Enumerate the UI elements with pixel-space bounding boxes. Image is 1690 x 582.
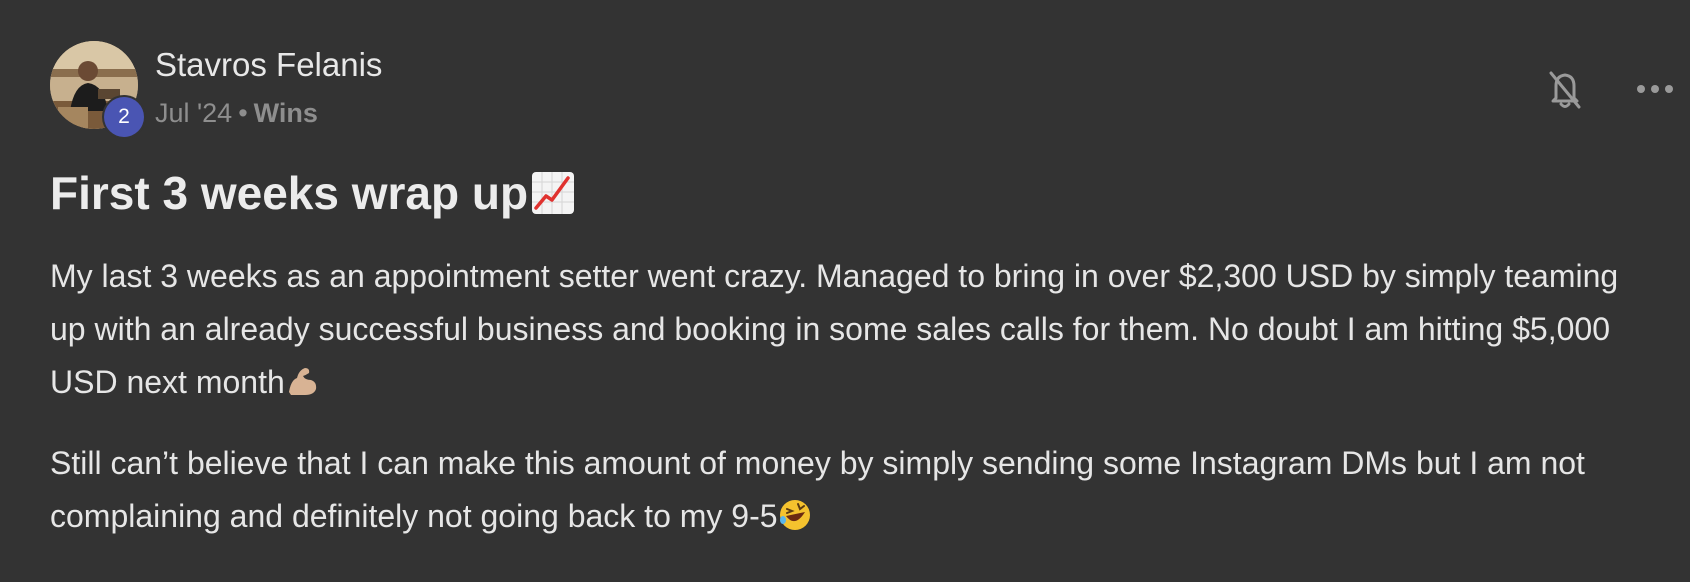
author-name[interactable]: Stavros Felanis — [155, 46, 382, 84]
chart-increasing-icon — [530, 170, 576, 216]
rolling-on-floor-laughing-icon — [778, 495, 812, 530]
more-options-button[interactable] — [1630, 64, 1680, 114]
post-meta: Jul '24 • Wins — [155, 98, 318, 129]
post-date: Jul '24 — [155, 98, 233, 128]
post-header: 2 Stavros Felanis Jul '24 • Wins — [50, 41, 1640, 137]
paragraph-text: Still can’t believe that I can make this… — [50, 445, 1585, 534]
post-paragraph: My last 3 weeks as an appointment setter… — [50, 250, 1650, 409]
bell-off-icon — [1549, 71, 1581, 109]
post-title-text: First 3 weeks wrap up — [50, 167, 529, 219]
notification-toggle-button[interactable] — [1540, 64, 1590, 114]
post-category[interactable]: Wins — [254, 98, 318, 128]
post-title: First 3 weeks wrap up — [50, 166, 576, 220]
post-paragraph: Still can’t believe that I can make this… — [50, 437, 1650, 543]
flexed-biceps-icon — [285, 361, 319, 395]
post-card: 2 Stavros Felanis Jul '24 • Wins First 3 w… — [0, 0, 1690, 582]
level-badge: 2 — [104, 97, 144, 137]
author-avatar[interactable]: 2 — [50, 41, 144, 137]
more-horizontal-icon — [1637, 85, 1673, 93]
meta-separator: • — [238, 98, 248, 128]
post-body: My last 3 weeks as an appointment setter… — [50, 250, 1650, 571]
